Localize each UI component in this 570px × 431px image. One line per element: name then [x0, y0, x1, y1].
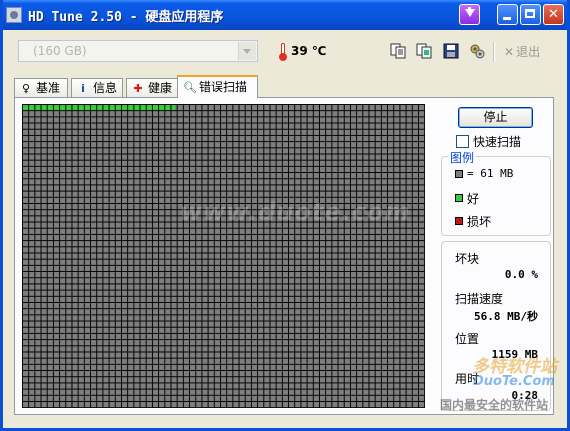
window-title: HD Tune 2.50 - 硬盘应用程序: [28, 10, 224, 25]
maximize-button[interactable]: [520, 4, 541, 25]
thermometer-icon: [279, 43, 287, 61]
stop-button[interactable]: 停止: [458, 107, 533, 128]
magnifier-icon: 🔍︎: [183, 81, 197, 94]
chevron-down-icon[interactable]: [238, 42, 256, 60]
copy-screen-icon[interactable]: [414, 42, 434, 62]
options-icon[interactable]: [467, 42, 487, 62]
tab-health[interactable]: ✚ 健康: [126, 78, 178, 97]
tab-label: 健康: [148, 81, 173, 95]
quick-scan-label: 快速扫描: [473, 135, 522, 149]
duote-logo-watermark: 多特软件站 DuoTe.Com 国内最安全的软件站: [425, 352, 565, 412]
legend-ok-swatch: [455, 194, 463, 202]
exit-button[interactable]: ✕ 退出: [504, 42, 552, 62]
legend-title: 图例: [448, 149, 477, 166]
tab-benchmark[interactable]: ♀ 基准: [14, 78, 68, 97]
copy-text-icon[interactable]: [388, 42, 408, 62]
position-label: 位置: [455, 332, 480, 346]
legend-ok-label: 好: [467, 192, 480, 206]
download-icon[interactable]: [459, 4, 480, 25]
info-icon: i: [81, 82, 85, 95]
scan-speed-value: 56.8 MB/秒: [474, 310, 538, 323]
tab-label: 错误扫描: [199, 80, 248, 94]
app-disk-icon[interactable]: [6, 7, 22, 23]
legend-bad-label: 损坏: [467, 215, 492, 229]
title-bar[interactable]: HD Tune 2.50 - 硬盘应用程序 ✕: [3, 0, 567, 30]
scan-speed-label: 扫描速度: [455, 292, 504, 306]
tab-label: 信息: [93, 81, 118, 95]
health-icon: ✚: [133, 82, 143, 95]
scan-block-map: [22, 104, 425, 408]
tab-label: 基准: [36, 81, 61, 95]
legend-block-swatch: [455, 170, 463, 178]
quick-scan-checkbox[interactable]: [456, 135, 469, 148]
exit-label: 退出: [516, 45, 541, 59]
block-grid: [22, 104, 425, 408]
close-button[interactable]: ✕: [543, 4, 564, 25]
minimize-button[interactable]: [497, 4, 518, 25]
exit-icon: ✕: [504, 45, 515, 59]
toolbar-separator: [493, 42, 495, 62]
legend-block-size: = 61 MB: [467, 167, 514, 180]
tab-info[interactable]: i 信息: [71, 78, 123, 97]
bad-blocks-label: 坏块: [455, 252, 480, 266]
scanned-blocks-row: [22, 104, 175, 112]
save-icon[interactable]: [441, 42, 461, 62]
legend-bad-swatch: [455, 217, 463, 225]
drive-select-value: (160 GB): [33, 44, 87, 58]
logo-url-text: DuoTe.Com: [473, 374, 555, 389]
benchmark-icon: ♀: [21, 82, 31, 95]
tab-error-scan[interactable]: 🔍︎ 错误扫描: [177, 75, 258, 98]
logo-bottom-text: 国内最安全的软件站: [440, 398, 549, 412]
bad-blocks-value: 0.0 %: [504, 268, 538, 281]
site-watermark: www.duote.com: [180, 198, 411, 226]
drive-select[interactable]: (160 GB): [18, 40, 258, 62]
temperature-readout: 39 ℃: [291, 44, 327, 58]
